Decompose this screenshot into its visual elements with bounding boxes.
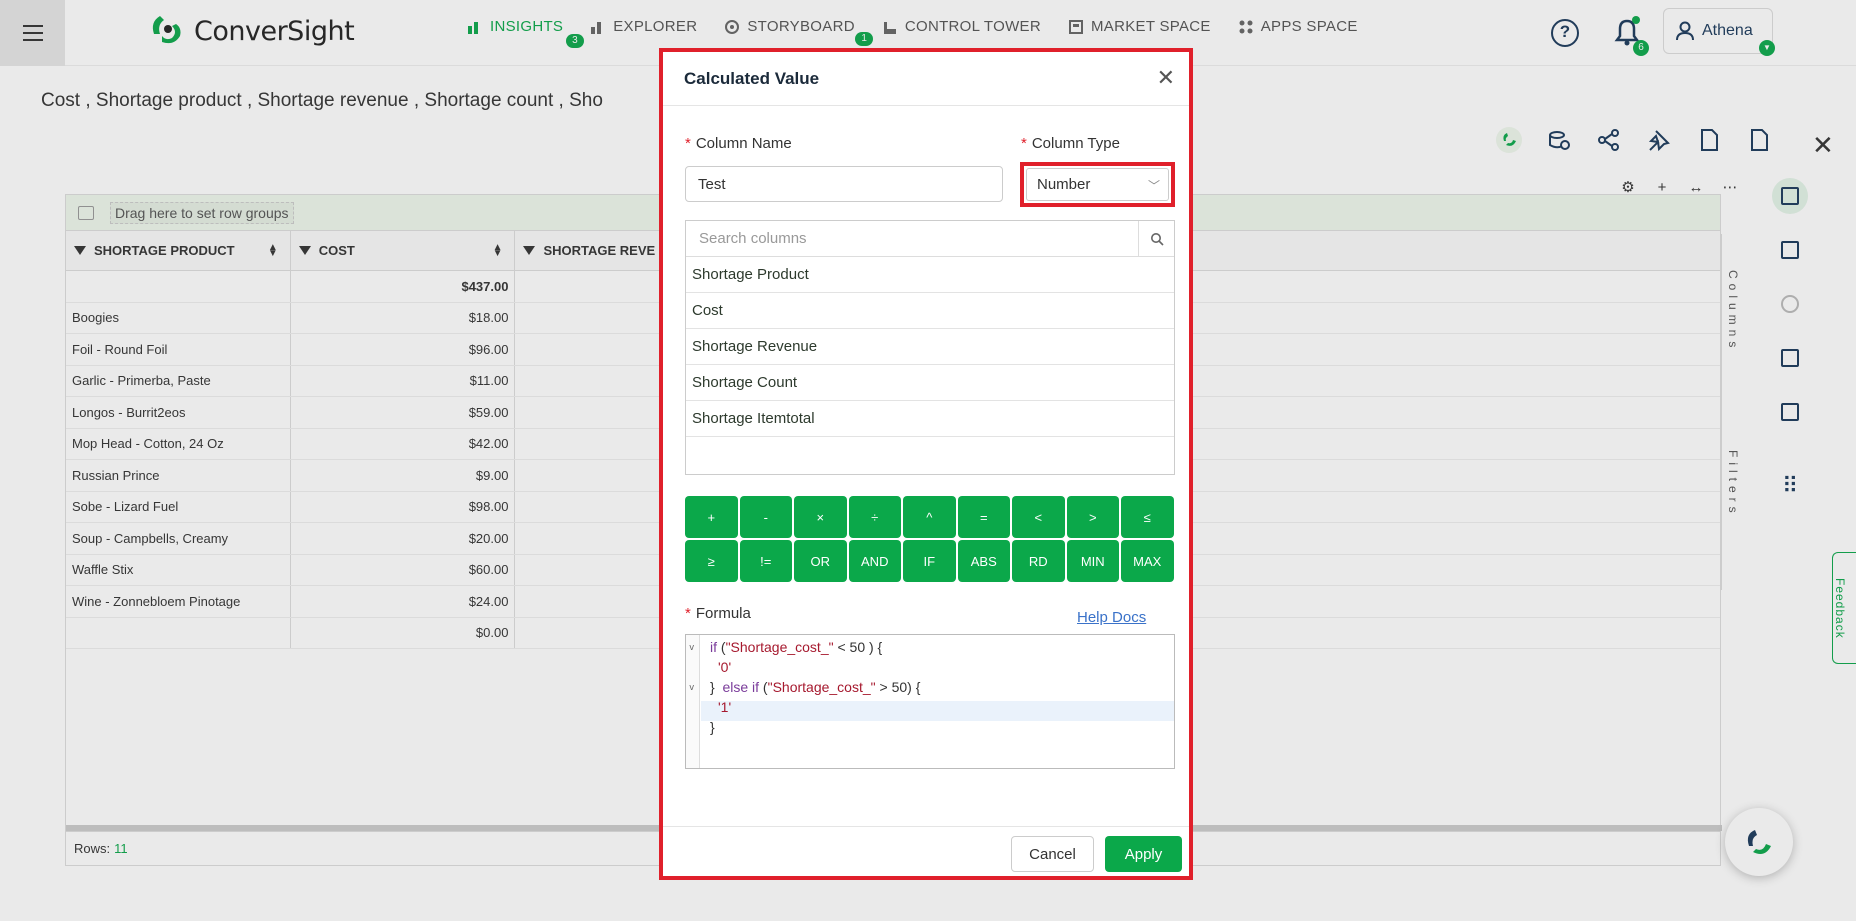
operator-button[interactable]: !=: [739, 540, 792, 582]
column-list: Search columns Shortage Product Cost Short…: [685, 220, 1175, 475]
column-type-label: * Column Type: [1021, 135, 1120, 152]
formula-label: * Formula: [685, 605, 751, 622]
operator-button[interactable]: AND: [848, 540, 901, 582]
column-type-select[interactable]: Number ﹀: [1020, 162, 1175, 207]
search-columns-input[interactable]: Search columns: [686, 221, 1138, 256]
help-docs-link[interactable]: Help Docs: [1077, 609, 1146, 626]
column-option[interactable]: Shortage Product: [686, 257, 1174, 293]
operator-button[interactable]: +: [685, 496, 738, 538]
column-option[interactable]: Shortage Itemtotal: [686, 401, 1174, 437]
operator-button[interactable]: >: [1066, 496, 1119, 538]
operator-button[interactable]: ^: [903, 496, 956, 538]
operator-button[interactable]: IF: [903, 540, 956, 582]
column-option[interactable]: Cost: [686, 293, 1174, 329]
column-name-label: * Column Name: [685, 135, 792, 152]
column-option[interactable]: Shortage Count: [686, 365, 1174, 401]
operator-buttons: + - × ÷ ^ = < > ≤ ≥ != OR AND IF ABS RD MIN MAX: [685, 496, 1175, 584]
chevron-down-icon: ﹀: [1147, 179, 1160, 193]
close-icon[interactable]: ✕: [1157, 65, 1175, 91]
formula-line: }: [710, 719, 715, 735]
operator-button[interactable]: ≤: [1121, 496, 1174, 538]
cancel-button[interactable]: Cancel: [1011, 836, 1094, 872]
calculated-value-dialog: Calculated Value ✕ * Column Name * Column …: [659, 48, 1193, 880]
formula-editor[interactable]: v v if ("Shortage_cost_" < 50 ) { '0' } …: [685, 634, 1175, 769]
dialog-title: Calculated Value: [684, 68, 820, 88]
apply-button[interactable]: Apply: [1105, 836, 1182, 872]
operator-button[interactable]: -: [739, 496, 792, 538]
column-search: Search columns: [686, 221, 1174, 257]
operator-button[interactable]: MAX: [1121, 540, 1174, 582]
search-icon[interactable]: [1138, 221, 1174, 256]
operator-button[interactable]: ABS: [957, 540, 1010, 582]
column-name-input[interactable]: Test: [685, 166, 1003, 202]
operator-button[interactable]: ÷: [848, 496, 901, 538]
operator-button[interactable]: RD: [1012, 540, 1065, 582]
operator-row-2: ≥ != OR AND IF ABS RD MIN MAX: [685, 540, 1175, 582]
fold-icon[interactable]: v: [689, 683, 694, 693]
fold-icon[interactable]: v: [689, 643, 694, 653]
operator-button[interactable]: ≥: [685, 540, 738, 582]
formula-line: if ("Shortage_cost_" < 50 ) {: [710, 639, 883, 655]
editor-gutter: v v: [686, 635, 700, 768]
operator-button[interactable]: ×: [794, 496, 847, 538]
dialog-header: Calculated Value ✕: [663, 52, 1189, 106]
active-line-highlight: [701, 701, 1174, 721]
column-type-value: Number: [1037, 176, 1091, 193]
operator-button[interactable]: MIN: [1066, 540, 1119, 582]
formula-line: '0': [718, 659, 732, 675]
column-option[interactable]: Shortage Revenue: [686, 329, 1174, 365]
column-items: Shortage Product Cost Shortage Revenue Shor…: [686, 257, 1174, 437]
formula-line: '1': [718, 699, 732, 715]
operator-button[interactable]: OR: [794, 540, 847, 582]
operator-row-1: + - × ÷ ^ = < > ≤: [685, 496, 1175, 538]
operator-button[interactable]: =: [957, 496, 1010, 538]
formula-line: } else if ("Shortage_cost_" > 50) {: [710, 679, 921, 695]
operator-button[interactable]: <: [1012, 496, 1065, 538]
